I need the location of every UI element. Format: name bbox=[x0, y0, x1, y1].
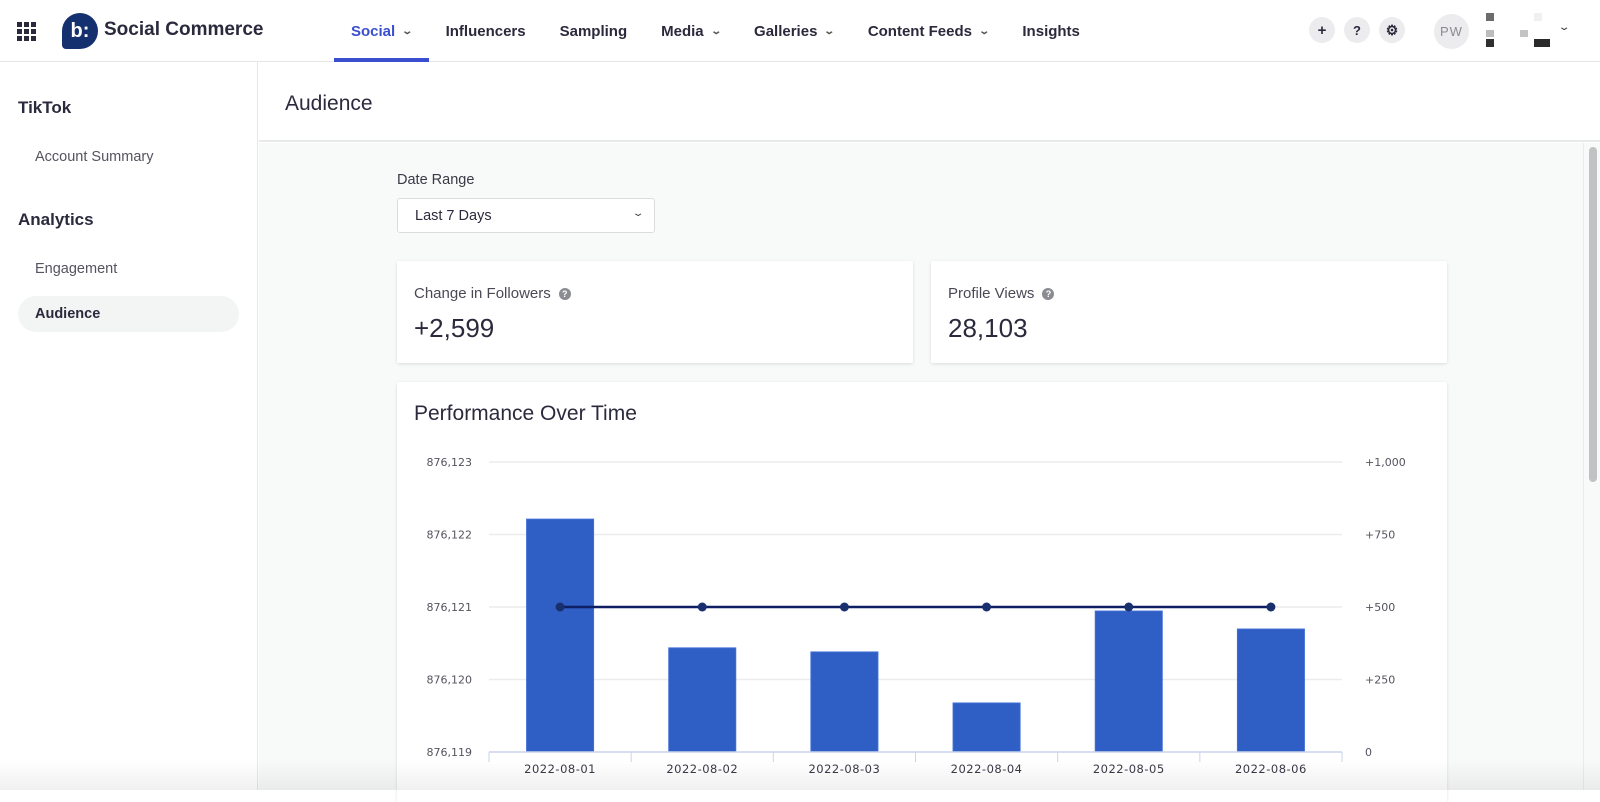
chevron-down-icon: ⌄ bbox=[978, 25, 991, 37]
metric-label: Profile Views bbox=[948, 285, 1035, 302]
nav-item-label: Galleries bbox=[754, 22, 818, 40]
brand-logo[interactable]: b: bbox=[62, 13, 98, 49]
nav-item-media[interactable]: Media ⌄ bbox=[644, 0, 737, 62]
right-axis-tick-label: +250 bbox=[1365, 674, 1395, 687]
metric-value: 28,103 bbox=[948, 313, 1028, 343]
metric-card-profile-views: Profile Views? 28,103 bbox=[931, 261, 1447, 363]
nav-item-label: Sampling bbox=[559, 22, 628, 40]
sidebar-heading-tiktok: TikTok bbox=[18, 98, 72, 117]
right-axis-tick-label: +750 bbox=[1365, 529, 1395, 542]
bar-2022-08-01 bbox=[526, 518, 595, 753]
help-circle-icon[interactable]: ? bbox=[1042, 287, 1055, 300]
nav-item-social[interactable]: Social ⌄ bbox=[334, 0, 429, 62]
bar-2022-08-04 bbox=[952, 702, 1021, 753]
performance-chart-card: Performance Over Time 876,119 876,120 876,… bbox=[397, 382, 1447, 802]
left-axis-tick-label: 876,122 bbox=[427, 529, 473, 542]
line-point-2022-08-06 bbox=[1266, 602, 1276, 612]
nav-item-label: Influencers bbox=[445, 22, 526, 40]
nav-item-galleries[interactable]: Galleries ⌄ bbox=[737, 0, 851, 62]
line-point-2022-08-05 bbox=[1124, 602, 1134, 612]
sidebar-item-engagement[interactable]: Engagement bbox=[18, 251, 239, 287]
add-button[interactable]: + bbox=[1309, 17, 1335, 43]
bar-2022-08-03 bbox=[810, 651, 879, 753]
x-axis-tick-label: 2022-08-04 bbox=[951, 762, 1023, 776]
sidebar-item-label: Audience bbox=[35, 306, 101, 322]
account-switcher-logo[interactable] bbox=[1484, 13, 1550, 49]
account-chevron-down-icon[interactable]: ⌄ bbox=[1558, 22, 1571, 33]
scrollbar[interactable] bbox=[1589, 147, 1597, 482]
x-axis-tick-label: 2022-08-05 bbox=[1093, 762, 1165, 776]
chevron-down-icon: ⌄ bbox=[823, 25, 836, 37]
date-range-select[interactable]: Last 7 Days ⌄ bbox=[397, 198, 655, 233]
help-circle-icon[interactable]: ? bbox=[558, 287, 571, 300]
left-axis-tick-label: 876,120 bbox=[427, 674, 473, 687]
main-nav: Social ⌄ Influencers Sampling Media ⌄ Gallerie… bbox=[334, 0, 1097, 62]
help-button[interactable]: ? bbox=[1344, 17, 1370, 43]
bar-2022-08-05 bbox=[1094, 610, 1163, 753]
bar-2022-08-02 bbox=[668, 647, 737, 753]
page-title: Audience bbox=[285, 92, 373, 115]
chevron-down-icon: ⌄ bbox=[631, 208, 645, 219]
left-axis-tick-label: 876,123 bbox=[427, 456, 473, 469]
sidebar-item-audience[interactable]: Audience bbox=[18, 296, 239, 332]
sidebar: TikTok Account Summary Analytics Engagem… bbox=[0, 62, 258, 790]
right-axis-tick-label: 0 bbox=[1365, 746, 1372, 759]
sidebar-item-label: Account Summary bbox=[35, 149, 154, 165]
x-axis-tick-label: 2022-08-01 bbox=[524, 762, 596, 776]
nav-item-label: Insights bbox=[1022, 22, 1080, 40]
question-icon: ? bbox=[1353, 22, 1361, 38]
line-point-2022-08-04 bbox=[982, 602, 992, 612]
bar-2022-08-06 bbox=[1236, 628, 1305, 753]
chevron-down-icon: ⌄ bbox=[709, 25, 722, 37]
user-avatar[interactable]: PW bbox=[1434, 14, 1469, 49]
metric-label: Change in Followers bbox=[414, 285, 551, 302]
performance-chart: 876,119 876,120 876,121 876,122 876,123 0 +250… bbox=[427, 456, 1406, 776]
nav-item-influencers[interactable]: Influencers bbox=[429, 0, 543, 62]
nav-item-label: Content Feeds bbox=[867, 22, 972, 40]
chevron-down-icon: ⌄ bbox=[401, 25, 414, 37]
sidebar-item-label: Engagement bbox=[35, 261, 118, 277]
left-axis-tick-label: 876,119 bbox=[427, 746, 473, 759]
top-navigation-bar: b: Social Commerce Social ⌄ Influencers Sam… bbox=[0, 0, 1600, 62]
page-header: Audience bbox=[259, 62, 1600, 142]
settings-button[interactable]: ⚙ bbox=[1379, 17, 1405, 43]
date-range-label: Date Range bbox=[397, 172, 475, 188]
line-point-2022-08-02 bbox=[697, 602, 707, 612]
date-range-value: Last 7 Days bbox=[415, 207, 492, 224]
line-point-2022-08-01 bbox=[555, 602, 565, 612]
right-axis-tick-label: +500 bbox=[1365, 601, 1395, 614]
nav-item-sampling[interactable]: Sampling bbox=[543, 0, 645, 62]
gear-icon: ⚙ bbox=[1385, 21, 1399, 38]
nav-item-insights[interactable]: Insights bbox=[1005, 0, 1097, 62]
sidebar-item-account-summary[interactable]: Account Summary bbox=[18, 139, 239, 175]
x-axis-tick-label: 2022-08-02 bbox=[666, 762, 738, 776]
metric-card-change-in-followers: Change in Followers? +2,599 bbox=[397, 261, 913, 363]
nav-item-label: Media bbox=[661, 22, 704, 40]
sidebar-heading-analytics: Analytics bbox=[18, 210, 94, 229]
left-axis-tick-label: 876,121 bbox=[427, 601, 473, 614]
line-point-2022-08-03 bbox=[839, 602, 849, 612]
scroll-track bbox=[1583, 143, 1584, 790]
x-axis-tick-label: 2022-08-03 bbox=[808, 762, 880, 776]
nav-item-content-feeds[interactable]: Content Feeds ⌄ bbox=[851, 0, 1006, 62]
right-axis-tick-label: +1,000 bbox=[1365, 456, 1406, 469]
nav-item-label: Social bbox=[351, 22, 396, 40]
metric-value: +2,599 bbox=[414, 313, 495, 343]
brand-name: Social Commerce bbox=[104, 19, 264, 40]
apps-grid-icon[interactable] bbox=[17, 22, 37, 41]
plus-icon: + bbox=[1317, 21, 1327, 39]
x-axis-tick-label: 2022-08-06 bbox=[1235, 762, 1307, 776]
